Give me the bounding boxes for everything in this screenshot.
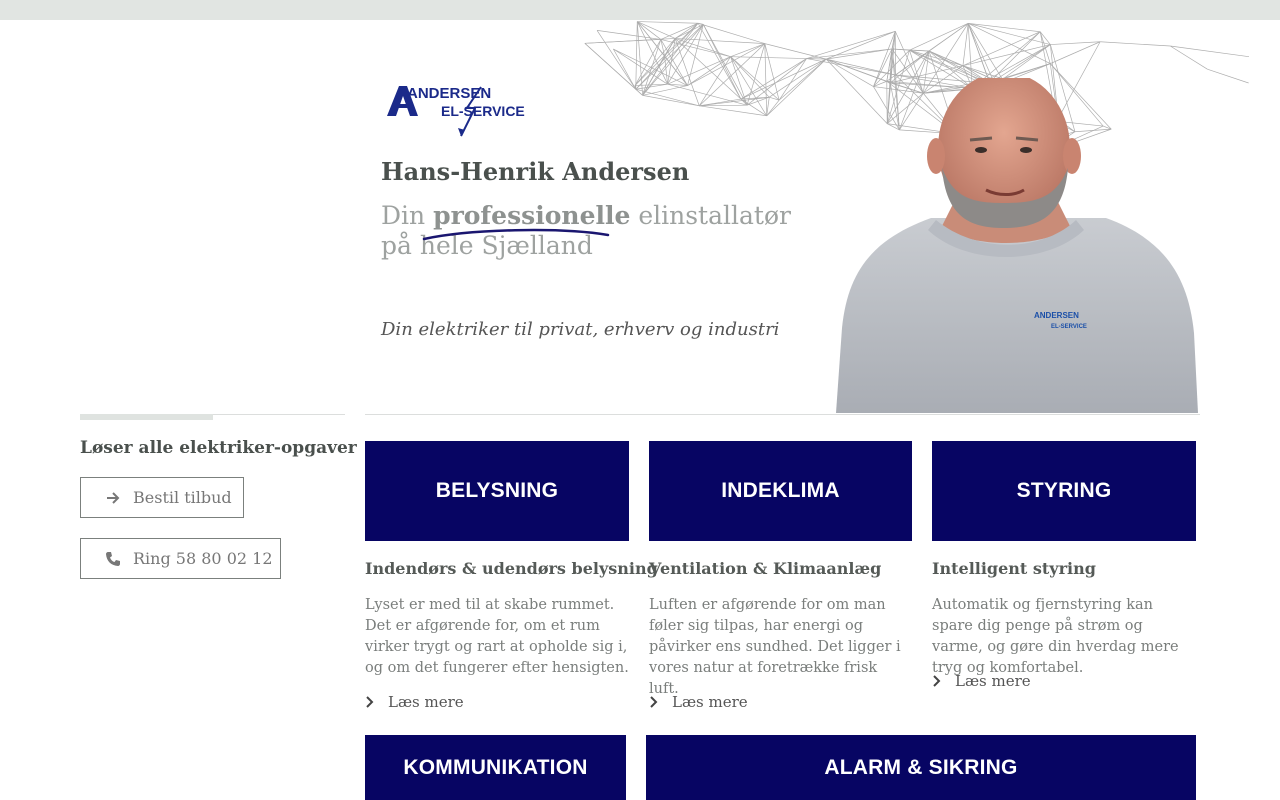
read-more-styring[interactable]: Læs mere (932, 672, 1031, 690)
service-text-belysning: Lyset er med til at skabe rummet. Det er… (365, 597, 629, 676)
service-text-styring: Automatik og fjernstyring kan spare dig … (932, 597, 1179, 676)
request-quote-label: Bestil tilbud (133, 488, 232, 507)
owner-photo: ANDERSEN EL-SERVICE (836, 78, 1198, 413)
service-title-indeklima: Ventilation & Klimaanlæg (649, 559, 882, 578)
svg-text:EL-SERVICE: EL-SERVICE (1051, 324, 1087, 330)
tile-styring[interactable]: STYRING (932, 441, 1196, 541)
andersen-el-service-logo[interactable]: ANDERSEN EL-SERVICE (385, 82, 530, 140)
chevron-right-icon (650, 696, 658, 708)
content-divider (365, 414, 1200, 415)
service-text-indeklima: Luften er afgørende for om man føler sig… (649, 597, 901, 697)
read-more-indeklima[interactable]: Læs mere (649, 693, 748, 711)
svg-text:ANDERSEN: ANDERSEN (1034, 311, 1079, 320)
top-bar (0, 0, 1280, 20)
read-more-belysning[interactable]: Læs mere (365, 693, 464, 711)
read-more-label: Læs mere (388, 693, 464, 711)
call-button-label: Ring 58 80 02 12 (133, 549, 273, 568)
read-more-label: Læs mere (672, 693, 748, 711)
chevron-right-icon (366, 696, 374, 708)
service-title-belysning: Indendørs & udendørs belysning (365, 559, 658, 578)
underline-swoosh (422, 228, 610, 241)
logo-text-1: ANDERSEN (407, 85, 491, 102)
hero-subtitle: Din elektriker til privat, erhverv og in… (381, 319, 780, 340)
chevron-right-icon (933, 675, 941, 687)
arrow-right-icon (107, 491, 120, 504)
request-quote-button[interactable]: Bestil tilbud (80, 477, 244, 518)
tile-indeklima[interactable]: INDEKLIMA (649, 441, 912, 541)
phone-icon (106, 551, 120, 566)
sidebar-heading: Løser alle elektriker-opgaver (80, 438, 357, 458)
service-title-styring: Intelligent styring (932, 559, 1096, 578)
tile-belysning[interactable]: BELYSNING (365, 441, 629, 541)
owner-name: Hans-Henrik Andersen (381, 157, 690, 186)
logo-text-2: EL-SERVICE (441, 103, 525, 119)
tile-alarm-sikring[interactable]: ALARM & SIKRING (646, 735, 1196, 800)
read-more-label: Læs mere (955, 672, 1031, 690)
sidebar-divider-accent (80, 414, 213, 420)
call-button[interactable]: Ring 58 80 02 12 (80, 538, 281, 579)
tile-kommunikation[interactable]: KOMMUNIKATION (365, 735, 626, 800)
